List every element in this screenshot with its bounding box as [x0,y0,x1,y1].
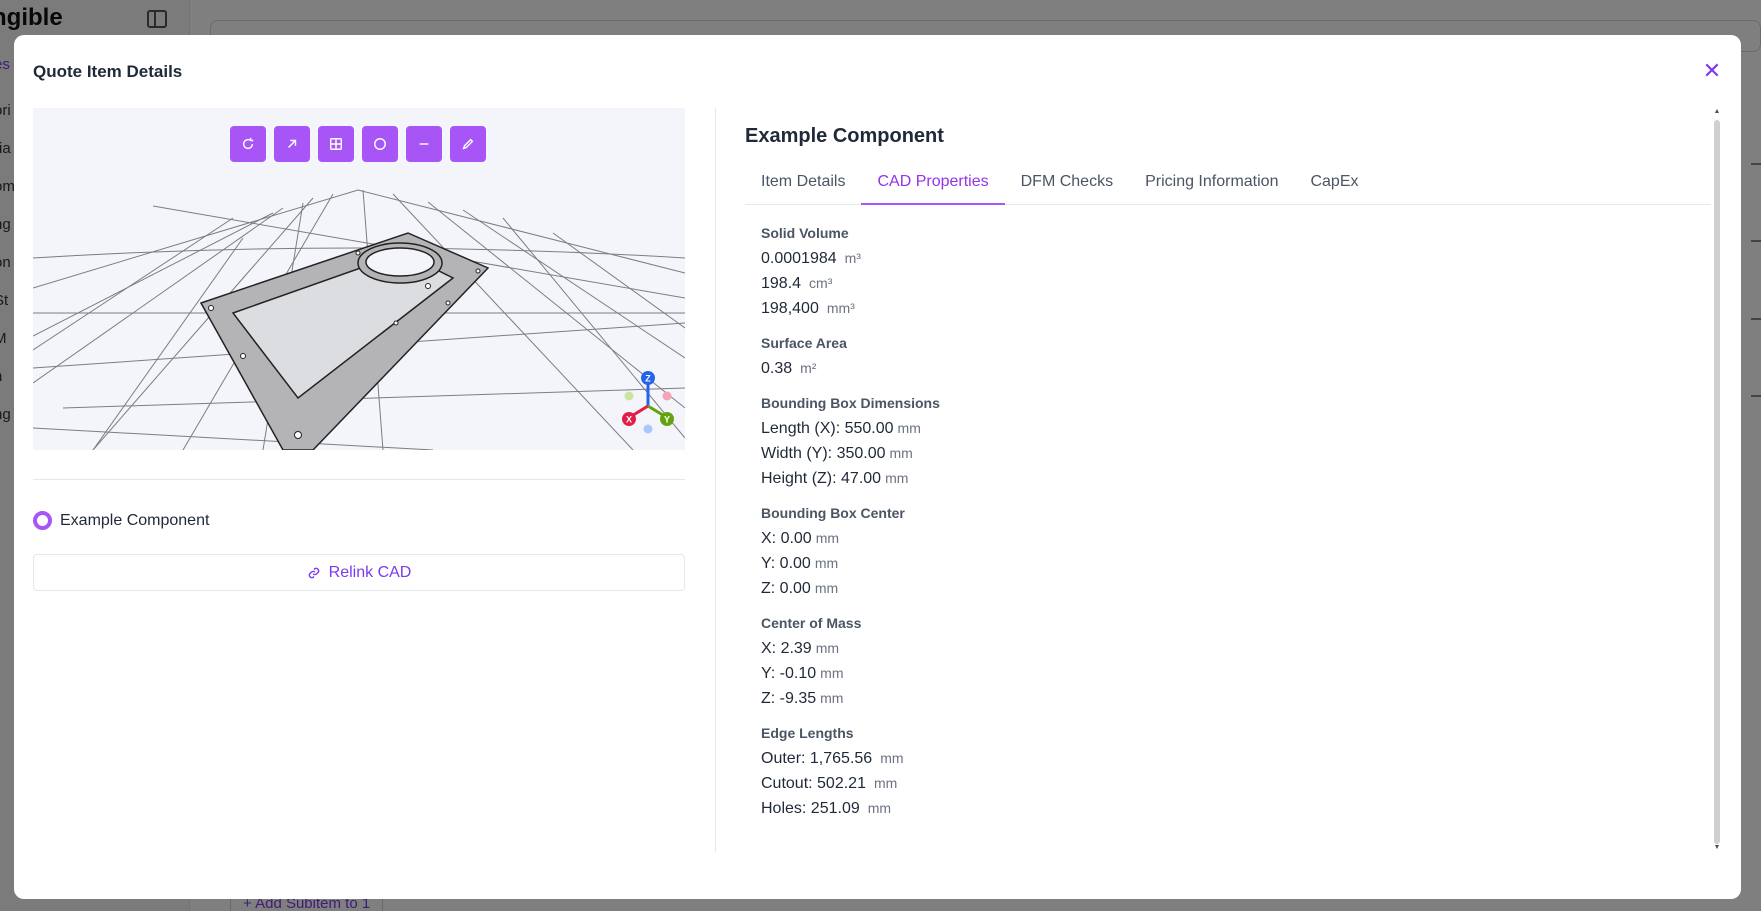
rotate-icon[interactable] [230,126,266,162]
pencil-icon[interactable] [450,126,486,162]
com-z: Z: -9.35 mm [761,690,844,707]
column-divider [715,108,716,852]
viewer-toolbar [230,126,486,162]
edge-outer: Outer: 1,765.56 mm [761,750,904,767]
scroll-down-icon[interactable]: ▼ [1713,844,1721,852]
details-scrollbar[interactable]: ▲ ▼ [1713,108,1721,852]
component-radio[interactable] [33,511,52,530]
volume-mm3: 198,400 mm³ [761,300,855,317]
surface-area-heading: Surface Area [761,335,847,351]
tab-pricing-information[interactable]: Pricing Information [1129,161,1294,205]
surface-area-section: Surface Area 0.38 m² [761,335,940,381]
bbox-dimensions-section: Bounding Box Dimensions Length (X): 550.… [761,395,940,491]
component-title: Example Component [745,125,944,147]
tab-item-details[interactable]: Item Details [745,161,861,205]
edge-holes: Holes: 251.09 mm [761,800,892,817]
volume-cm3: 198.4 cm³ [761,275,833,292]
modal-title: Quote Item Details [33,62,183,81]
bbox-center-y: Y: 0.00 mm [761,555,839,572]
axis-y-label: Y [664,415,670,425]
cad-part [199,232,490,450]
scroll-up-icon[interactable]: ▲ [1713,108,1721,116]
minus-icon[interactable] [406,126,442,162]
tab-cad-properties[interactable]: CAD Properties [861,161,1005,205]
bbox-width: Width (Y): 350.00 mm [761,445,913,462]
cad-properties: Solid Volume 0.0001984 m³ 198.4 cm³ 198,40… [761,225,940,835]
bbox-height: Height (Z): 47.00 mm [761,470,909,487]
bbox-dimensions-heading: Bounding Box Dimensions [761,395,940,411]
edge-lengths-section: Edge Lengths Outer: 1,765.56 mm Cutout: 5… [761,725,940,821]
link-icon [308,567,319,578]
solid-volume-section: Solid Volume 0.0001984 m³ 198.4 cm³ 198,40… [761,225,940,321]
surface-area-value: 0.38 m² [761,360,817,377]
circle-icon[interactable] [362,126,398,162]
com-x: X: 2.39 mm [761,640,840,657]
cad-viewer[interactable]: Z X Y [33,108,685,450]
solid-volume-heading: Solid Volume [761,225,849,241]
scroll-thumb[interactable] [1714,120,1720,844]
tab-capex[interactable]: CapEx [1294,161,1374,205]
center-of-mass-heading: Center of Mass [761,615,862,631]
close-icon[interactable]: ✕ [1701,60,1723,83]
component-selector[interactable]: Example Component [33,511,209,530]
arrow-up-right-icon[interactable] [274,126,310,162]
bbox-center-z: Z: 0.00 mm [761,580,839,597]
axes-gizmo[interactable]: Z X Y [613,366,683,436]
bbox-center-heading: Bounding Box Center [761,505,905,521]
bbox-length: Length (X): 550.00 mm [761,420,921,437]
bbox-center-x: X: 0.00 mm [761,530,840,547]
details-tabs: Item Details CAD Properties DFM Checks P… [745,161,1711,205]
bbox-center-section: Bounding Box Center X: 0.00 mm Y: 0.00 mm … [761,505,940,601]
grid-icon[interactable] [318,126,354,162]
axis-x-label: X [626,415,632,425]
volume-m3: 0.0001984 m³ [761,250,861,267]
com-y: Y: -0.10 mm [761,665,844,682]
quote-item-details-modal: Quote Item Details ✕ Z X Y Example Compo… [14,35,1741,899]
axis-z-label: Z [645,374,651,384]
relink-cad-label: Relink CAD [328,563,412,581]
edge-cutout: Cutout: 502.21 mm [761,775,898,792]
left-divider [33,479,685,480]
relink-cad-button[interactable]: Relink CAD [33,554,685,591]
edge-lengths-heading: Edge Lengths [761,725,854,741]
tab-dfm-checks[interactable]: DFM Checks [1005,161,1129,205]
component-label: Example Component [60,511,210,529]
center-of-mass-section: Center of Mass X: 2.39 mm Y: -0.10 mm Z: -… [761,615,940,711]
